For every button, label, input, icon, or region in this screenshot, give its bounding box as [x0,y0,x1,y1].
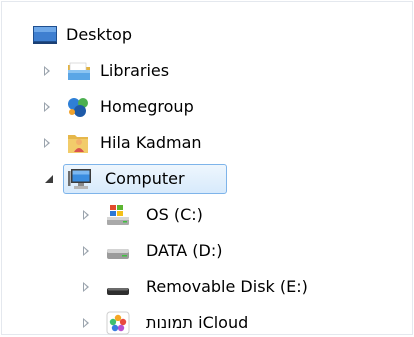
tree-item-computer[interactable]: Computer [1,161,413,197]
chevron-right-icon[interactable] [83,246,89,256]
tree-item-label: Libraries [100,61,170,80]
tree-item-homegroup[interactable]: Homegroup [1,89,413,125]
tree-item-label: Desktop [66,25,132,44]
chevron-down-icon[interactable] [45,175,53,183]
chevron-right-icon[interactable] [44,66,50,76]
tree-item-label: Hila Kadman [100,133,202,152]
chevron-right-icon[interactable] [44,102,50,112]
tree-item-label: תמונות iCloud [146,313,249,332]
tree-item-desktop[interactable]: Desktop [1,17,413,53]
computer-icon [68,167,94,191]
chevron-right-icon[interactable] [44,138,50,148]
tree-item-libraries[interactable]: Libraries [1,53,413,89]
tree-item-label: Computer [105,169,185,188]
chevron-right-icon[interactable] [83,282,89,292]
icloud-photos-icon [105,311,131,335]
tree-item-removable-disk-e[interactable]: Removable Disk (E:) [1,269,413,305]
user-folder-icon [66,131,92,155]
tree-item-label: DATA (D:) [146,241,223,260]
removable-disk-icon [105,275,131,299]
hard-drive-icon [105,239,131,263]
windows-drive-icon [105,203,131,227]
libraries-icon [66,59,92,83]
desktop-icon [32,23,58,47]
tree-item-hila-kadman[interactable]: Hila Kadman [1,125,413,161]
tree-item-label: Homegroup [100,97,194,116]
tree-item-label: OS (C:) [146,205,203,224]
tree-item-os-c[interactable]: OS (C:) [1,197,413,233]
chevron-right-icon[interactable] [83,210,89,220]
tree-item-label: Removable Disk (E:) [146,277,308,296]
navigation-tree: Desktop Libraries Homegroup Hila Kadman … [1,17,413,335]
homegroup-icon [66,95,92,119]
navigation-pane: Desktop Libraries Homegroup Hila Kadman … [1,1,413,335]
chevron-right-icon[interactable] [83,318,89,328]
tree-item-data-d[interactable]: DATA (D:) [1,233,413,269]
tree-item-icloud-photos[interactable]: תמונות iCloud [1,305,413,335]
